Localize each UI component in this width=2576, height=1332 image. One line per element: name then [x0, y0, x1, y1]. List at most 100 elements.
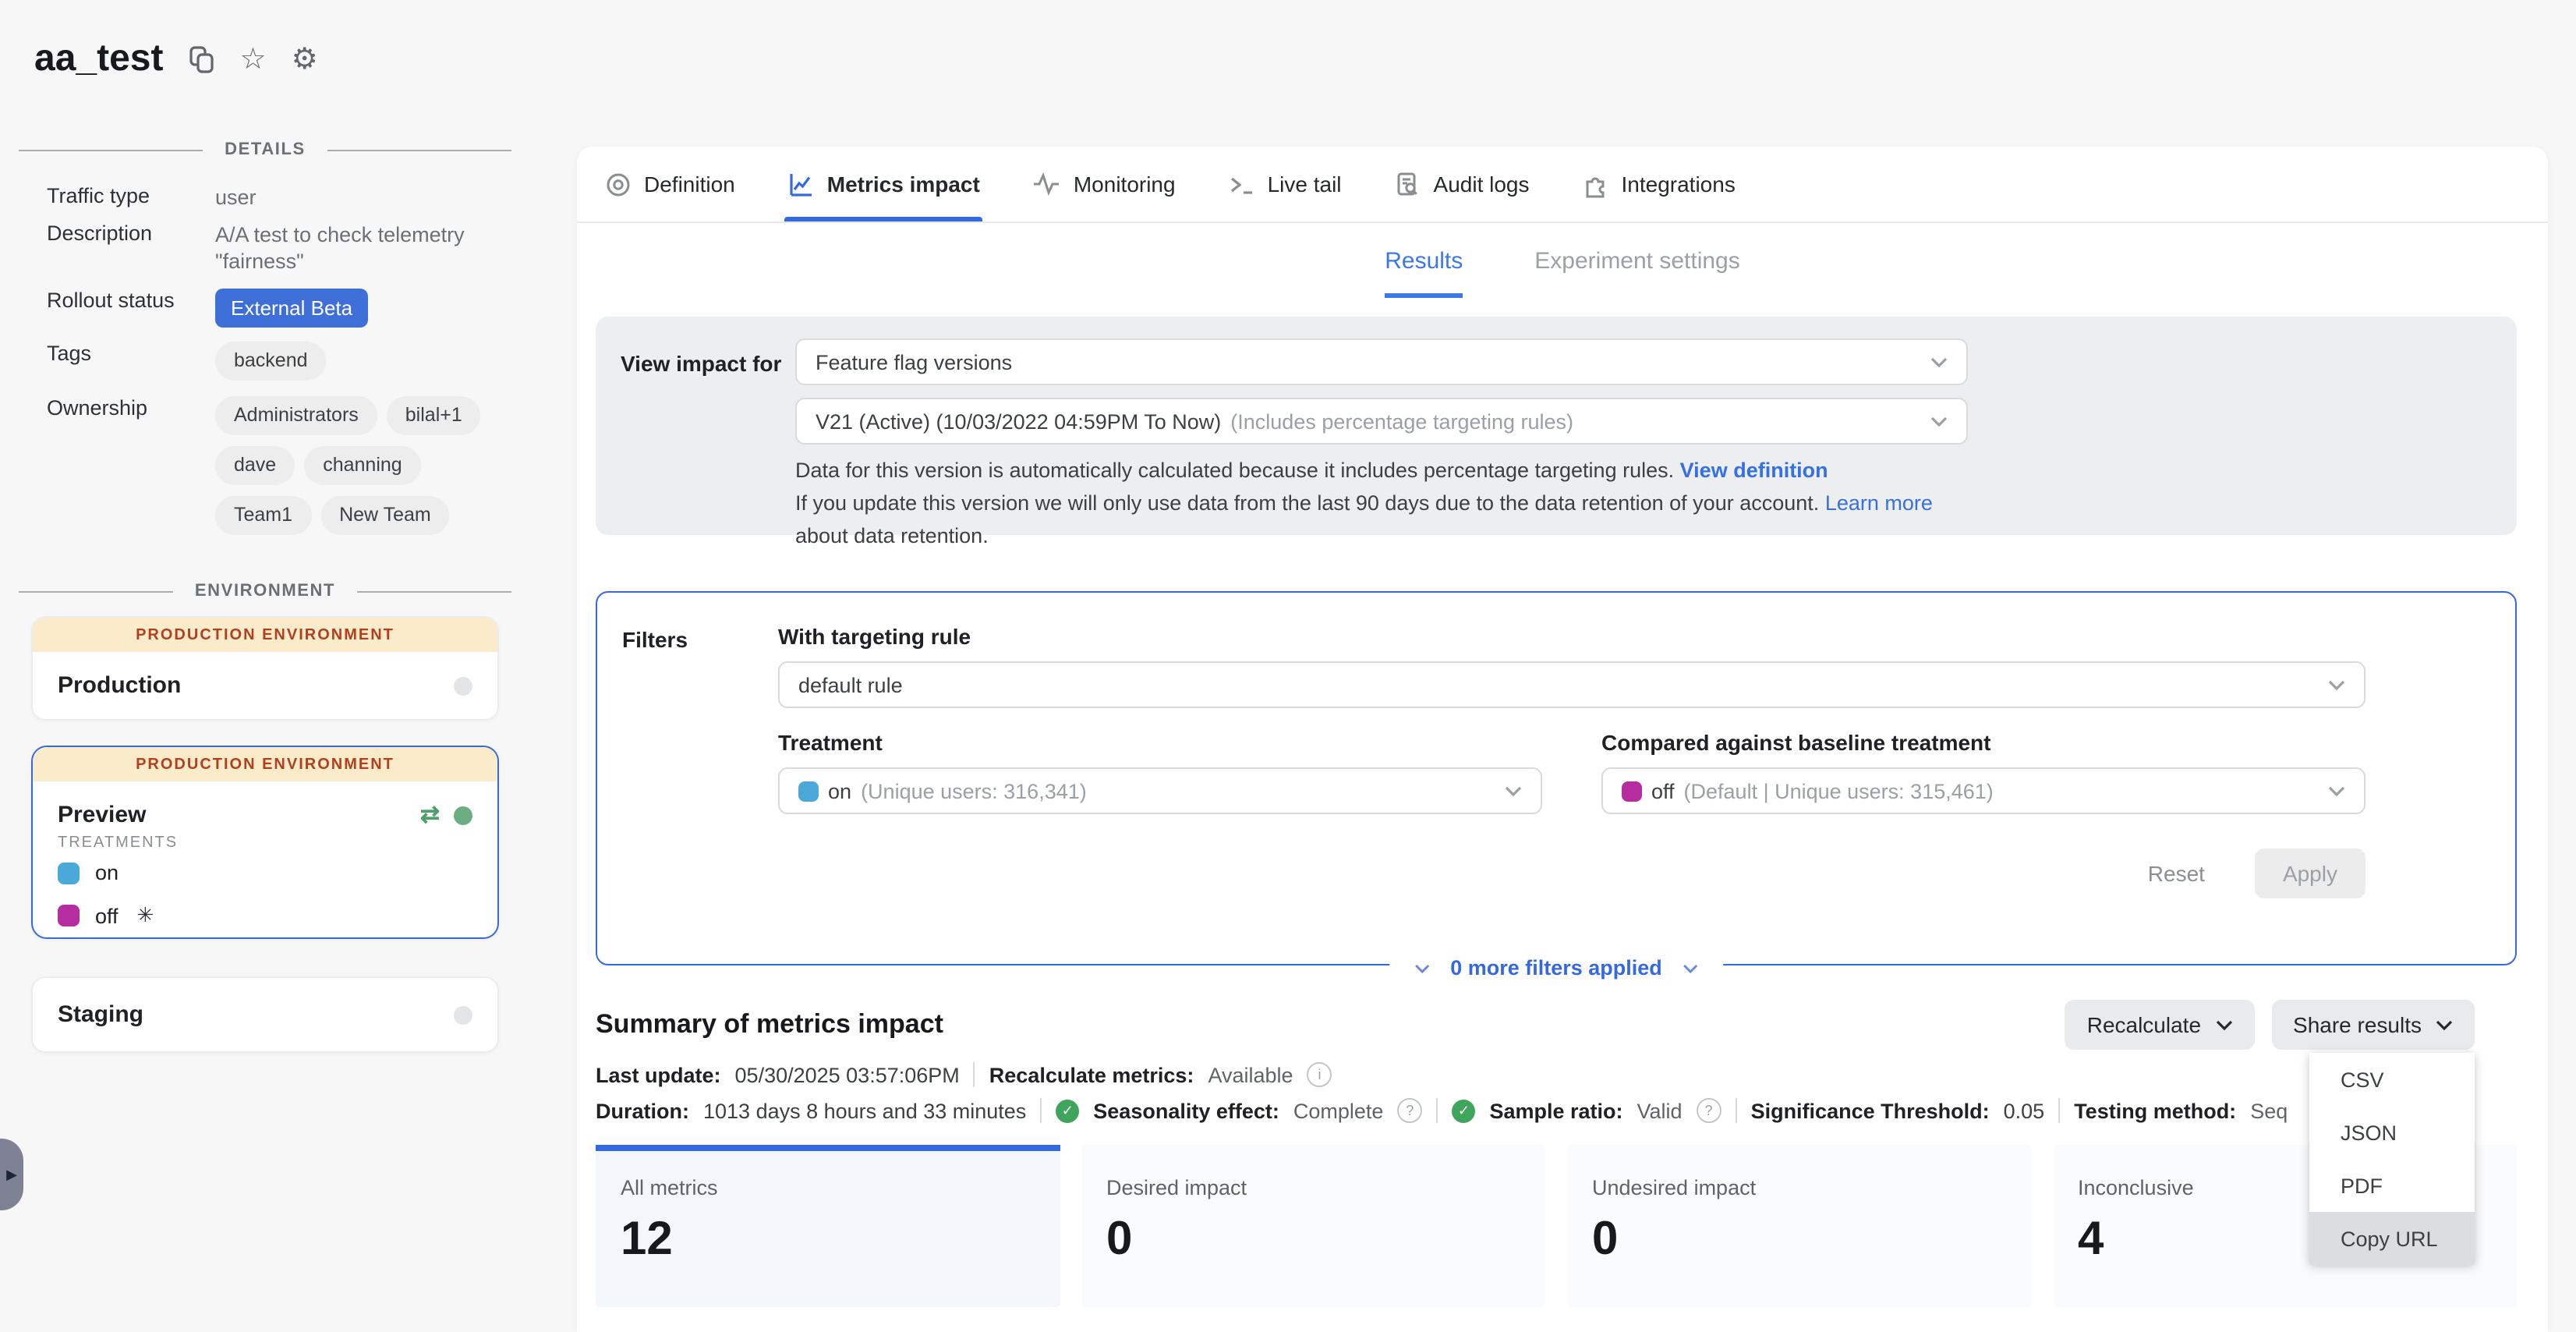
owner-pill[interactable]: Team1: [215, 496, 311, 535]
summary-info-row-2: Duration: 1013 days 8 hours and 33 minut…: [596, 1098, 2517, 1123]
targeting-rule-label: With targeting rule: [778, 624, 2365, 649]
recalculate-metrics-label: Recalculate metrics:: [989, 1063, 1194, 1086]
treatments-heading: TREATMENTS: [58, 834, 472, 852]
status-dot-gray: [454, 1005, 472, 1024]
reset-button[interactable]: Reset: [2139, 859, 2214, 887]
metric-card-undesired-impact[interactable]: Undesired impact 0: [1567, 1145, 2031, 1307]
main-content: Definition Metrics impact Monitoring: [577, 147, 2548, 1332]
tab-live-tail[interactable]: Live tail: [1226, 147, 1345, 221]
tab-metrics-impact[interactable]: Metrics impact: [785, 147, 983, 221]
results-subtabs: Results Experiment settings: [577, 248, 2548, 298]
status-dot-gray: [454, 676, 472, 695]
baseline-dropdown[interactable]: off (Default | Unique users: 315,461): [1601, 767, 2365, 814]
tag-pill[interactable]: backend: [215, 342, 327, 381]
description-row: Description A/A test to check telemetry …: [0, 221, 530, 275]
traffic-type-value: user: [215, 184, 518, 211]
environment-card-production[interactable]: PRODUCTION ENVIRONMENT Production: [31, 616, 499, 721]
traffic-type-label: Traffic type: [47, 184, 215, 211]
filters-label: Filters: [622, 627, 688, 652]
metric-card-desired-impact[interactable]: Desired impact 0: [1081, 1145, 1545, 1307]
check-circle-icon: ✓: [1056, 1099, 1079, 1122]
more-filters-toggle[interactable]: 0 more filters applied: [1389, 956, 1723, 980]
expand-arrow-icon: ▶: [6, 1166, 17, 1183]
environment-name: Production: [58, 672, 181, 699]
metric-card-all-metrics[interactable]: All metrics 12: [596, 1145, 1060, 1307]
chevron-down-icon: [2215, 1019, 2232, 1030]
baseline-value: off: [1651, 779, 1675, 802]
audit-log-icon: [1395, 171, 1421, 197]
gear-icon[interactable]: ⚙: [292, 44, 318, 74]
help-icon[interactable]: ?: [1397, 1098, 1422, 1123]
testing-method-label: Testing method:: [2074, 1099, 2236, 1122]
treatment-note: (Unique users: 316,341): [861, 779, 1087, 802]
menu-item-json[interactable]: JSON: [2309, 1106, 2475, 1159]
view-impact-panel: View impact for Feature flag versions V2…: [596, 317, 2517, 535]
menu-item-pdf[interactable]: PDF: [2309, 1159, 2475, 1212]
treatment-value: on: [828, 779, 851, 802]
swap-arrows-icon: ⇄: [420, 803, 440, 827]
environment-card-preview[interactable]: PRODUCTION ENVIRONMENT Preview ⇄ TREATME…: [31, 746, 499, 939]
menu-item-copy-url[interactable]: Copy URL: [2309, 1212, 2475, 1265]
owner-pill[interactable]: channing: [304, 446, 421, 485]
divider: [1736, 1098, 1737, 1123]
production-environment-banner: PRODUCTION ENVIRONMENT: [33, 747, 497, 781]
ownership-label: Ownership: [47, 396, 215, 535]
version-value: V21 (Active) (10/03/2022 04:59PM To Now): [816, 409, 1221, 433]
details-rows: Traffic type user Description A/A test t…: [0, 184, 530, 535]
sidebar-expand-handle[interactable]: ▶: [0, 1139, 23, 1210]
environment-card-staging[interactable]: Staging: [31, 976, 499, 1053]
last-update-value: 05/30/2025 03:57:06PM: [735, 1063, 960, 1086]
share-results-button[interactable]: Share results: [2271, 1000, 2475, 1050]
divider: [974, 1062, 975, 1087]
owner-pill[interactable]: Administrators: [215, 396, 377, 435]
treatment-row-off: off ✳: [33, 894, 497, 937]
tab-bar: Definition Metrics impact Monitoring: [577, 147, 2548, 223]
chevron-down-icon: [1505, 785, 1522, 796]
apply-button[interactable]: Apply: [2255, 848, 2365, 898]
tab-integrations[interactable]: Integrations: [1580, 147, 1739, 221]
targeting-rule-dropdown[interactable]: default rule: [778, 661, 2365, 708]
traffic-type-row: Traffic type user: [0, 184, 530, 211]
star-icon[interactable]: ☆: [239, 44, 266, 74]
tab-definition[interactable]: Definition: [602, 147, 738, 221]
view-definition-link[interactable]: View definition: [1680, 459, 1828, 482]
details-heading: DETAILS: [19, 140, 511, 159]
divider: [2058, 1098, 2060, 1123]
treatment-dropdown[interactable]: on (Unique users: 316,341): [778, 767, 1542, 814]
baseline-label: Compared against baseline treatment: [1601, 730, 2365, 755]
rollout-status-badge: External Beta: [215, 289, 368, 328]
tab-monitoring[interactable]: Monitoring: [1030, 147, 1179, 221]
owner-pill[interactable]: dave: [215, 446, 295, 485]
tab-audit-logs[interactable]: Audit logs: [1392, 147, 1533, 221]
recalculate-button[interactable]: Recalculate: [2065, 1000, 2254, 1050]
info-icon[interactable]: i: [1307, 1062, 1332, 1087]
seasonality-value: Complete: [1293, 1099, 1384, 1122]
status-dot-green: [454, 806, 472, 824]
menu-item-csv[interactable]: CSV: [2309, 1053, 2475, 1106]
owner-pill[interactable]: bilal+1: [387, 396, 481, 435]
treatment-name: off: [95, 904, 119, 927]
treatment-off-swatch: [58, 905, 80, 926]
chevron-down-icon: [2328, 679, 2345, 690]
rollout-status-label: Rollout status: [47, 289, 215, 328]
summary-header: Summary of metrics impact Recalculate Sh…: [596, 1000, 2475, 1050]
owner-pill[interactable]: New Team: [320, 496, 450, 535]
production-environment-banner: PRODUCTION ENVIRONMENT: [33, 618, 497, 652]
version-note: (Includes percentage targeting rules): [1230, 409, 1573, 433]
summary-info: Last update: 05/30/2025 03:57:06PM Recal…: [596, 1062, 2517, 1123]
version-dropdown[interactable]: V21 (Active) (10/03/2022 04:59PM To Now)…: [795, 398, 1968, 445]
chevron-down-icon: [2328, 785, 2345, 796]
help-icon[interactable]: ?: [1697, 1098, 1721, 1123]
learn-more-link[interactable]: Learn more: [1825, 491, 1933, 515]
significance-value: 0.05: [2004, 1099, 2045, 1122]
summary-info-row-1: Last update: 05/30/2025 03:57:06PM Recal…: [596, 1062, 2517, 1087]
metric-summary-cards: All metrics 12 Desired impact 0 Undesire…: [596, 1145, 2517, 1307]
subtab-experiment-settings[interactable]: Experiment settings: [1534, 248, 1739, 298]
copy-icon[interactable]: [188, 44, 214, 74]
subtab-results[interactable]: Results: [1385, 248, 1463, 298]
version-type-dropdown[interactable]: Feature flag versions: [795, 338, 1968, 385]
divider: [1436, 1098, 1438, 1123]
app-header: aa_test ☆ ⚙: [34, 37, 318, 81]
recalculate-metrics-value: Available: [1208, 1063, 1293, 1086]
environment-name: Preview: [58, 802, 146, 828]
